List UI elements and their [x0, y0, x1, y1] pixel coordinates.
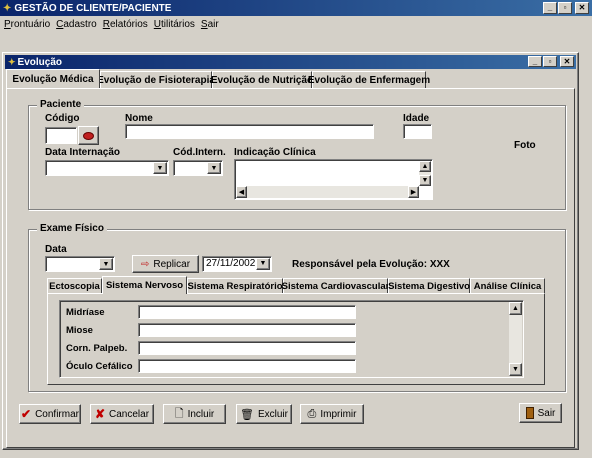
nome-input[interactable]	[125, 124, 374, 139]
scroll-right-icon[interactable]: ▶	[408, 186, 419, 198]
idade-label: Idade	[403, 113, 430, 124]
idade-input[interactable]	[403, 124, 432, 139]
grid-row: Midríase	[62, 305, 510, 321]
corn-palpeb-input[interactable]	[138, 341, 356, 355]
replicar-button[interactable]: ⇨ Replicar	[132, 255, 199, 273]
window-title: Evolução	[17, 56, 63, 68]
midriase-label: Midríase	[66, 307, 105, 318]
indicacao-vscrollbar[interactable]: ▲ ▼	[419, 161, 431, 186]
exame-fisico-legend: Exame Físico	[37, 223, 107, 234]
tab-evolucao-nutricao[interactable]: Evolução de Nutrição	[211, 71, 313, 88]
codigo-input[interactable]	[45, 127, 77, 144]
check-icon: ✔	[21, 407, 32, 421]
scroll-up-icon[interactable]: ▲	[419, 161, 431, 172]
menu-cadastro[interactable]: Cadastro	[56, 19, 97, 30]
chevron-down-icon[interactable]: ▼	[207, 162, 221, 174]
window-minimize-icon[interactable]: _	[528, 56, 542, 67]
search-patient-icon	[83, 131, 94, 140]
exame-tabs: Ectoscopia Sistema Nervoso Sistema Respi…	[47, 276, 545, 294]
new-document-icon: 🗋	[174, 407, 184, 420]
data-internacao-label: Data Internação	[45, 147, 121, 158]
menu-prontuario[interactable]: Prontuário	[4, 19, 50, 30]
tab-page: Paciente Código Nome Idade Data Internaç…	[6, 88, 575, 448]
replicar-date-combo[interactable]: 27/11/2002 ▼	[202, 256, 272, 272]
tab-evolucao-medica[interactable]: Evolução Médica	[6, 69, 100, 88]
evolucao-tabs: Evolução Médica Evolução de Fisioterapia…	[6, 69, 576, 89]
scroll-down-icon[interactable]: ▼	[419, 175, 431, 186]
indicacao-label: Indicação Clínica	[234, 147, 316, 158]
corn-palpeb-label: Corn. Palpeb.	[66, 343, 128, 354]
window-titlebar: ✦ Evolução _ ▫ ✕	[5, 55, 576, 69]
minimize-icon[interactable]: _	[543, 2, 557, 14]
tab-sistema-digestivo[interactable]: Sistema Digestivo	[388, 278, 470, 294]
cod-intern-combo[interactable]: ▼	[173, 160, 223, 176]
app-titlebar: ✦ GESTÃO DE CLIENTE/PACIENTE _ ▫ ✕	[0, 0, 592, 16]
sistema-nervoso-grid: Midríase Miose Corn. Palpeb. Óculo Cefál…	[59, 300, 524, 378]
excluir-button[interactable]: 🗑 Excluir	[236, 404, 292, 424]
paciente-legend: Paciente	[37, 99, 85, 110]
grid-row: Óculo Cefálico	[62, 359, 510, 375]
cancelar-button[interactable]: ✘ Cancelar	[90, 404, 154, 424]
data-exame-label: Data	[45, 244, 67, 255]
app-title: GESTÃO DE CLIENTE/PACIENTE	[14, 2, 172, 14]
data-internacao-combo[interactable]: ▼	[45, 160, 169, 176]
maximize-icon[interactable]: ▫	[558, 2, 572, 14]
midriase-input[interactable]	[138, 305, 356, 319]
imprimir-button[interactable]: ⎙ Imprimir	[300, 404, 364, 424]
codigo-label: Código	[45, 113, 80, 124]
tab-evolucao-enfermagem[interactable]: Evolução de Enfermagem	[308, 71, 430, 88]
indicacao-textarea[interactable]: ▲ ▼ ◀ ▶	[234, 159, 433, 200]
grid-vscrollbar[interactable]: ▲ ▼	[509, 302, 522, 376]
tab-sistema-respiratorio[interactable]: Sistema Respiratório	[187, 278, 283, 294]
chevron-down-icon[interactable]: ▼	[256, 258, 270, 270]
exame-tab-page: Midríase Miose Corn. Palpeb. Óculo Cefál…	[47, 293, 545, 385]
confirmar-button[interactable]: ✔ Confirmar	[19, 404, 81, 424]
chevron-down-icon[interactable]: ▼	[153, 162, 167, 174]
replicar-icon: ⇨	[140, 258, 150, 270]
scroll-down-icon[interactable]: ▼	[509, 363, 522, 376]
indicacao-hscrollbar[interactable]: ◀ ▶	[236, 186, 419, 198]
grid-row: Corn. Palpeb.	[62, 341, 510, 357]
tab-analise-clinica[interactable]: Análise Clínica	[470, 278, 545, 294]
foto-label: Foto	[514, 140, 536, 151]
miose-label: Miose	[66, 325, 93, 336]
window-maximize-icon[interactable]: ▫	[543, 56, 557, 67]
window-close-icon[interactable]: ✕	[560, 56, 574, 67]
cod-intern-label: Cód.Intern.	[173, 147, 226, 158]
oculo-cefalico-input[interactable]	[138, 359, 356, 373]
menu-relatorios[interactable]: Relatórios	[103, 19, 148, 30]
trash-icon: 🗑	[240, 408, 254, 421]
printer-icon: ⎙	[307, 407, 317, 420]
close-icon[interactable]: ✕	[575, 2, 589, 14]
menu-sair[interactable]: Sair	[201, 19, 219, 30]
scroll-left-icon[interactable]: ◀	[236, 186, 247, 198]
tab-ectoscopia[interactable]: Ectoscopia	[47, 278, 102, 294]
nome-label: Nome	[125, 113, 153, 124]
search-patient-button[interactable]	[78, 126, 99, 145]
chevron-down-icon[interactable]: ▼	[99, 258, 113, 270]
menu-utilitarios[interactable]: Utilitários	[154, 19, 195, 30]
menu-bar: Prontuário Cadastro Relatórios Utilitári…	[0, 17, 592, 31]
app-icon: ✦	[3, 2, 12, 14]
exit-door-icon	[525, 407, 534, 419]
cancel-x-icon: ✘	[94, 407, 106, 421]
sair-button[interactable]: Sair	[519, 403, 562, 423]
window-icon: ✦	[8, 56, 16, 67]
miose-input[interactable]	[138, 323, 356, 337]
grid-row: Miose	[62, 323, 510, 339]
responsavel-label: Responsável pela Evolução: XXX	[292, 259, 450, 270]
data-exame-combo[interactable]: ▼	[45, 256, 115, 272]
tab-sistema-nervoso[interactable]: Sistema Nervoso	[102, 276, 187, 294]
tab-sistema-cardiovascular[interactable]: Sistema Cardiovascular	[282, 278, 389, 294]
evolucao-window: ✦ Evolução _ ▫ ✕ Evolução Médica Evoluçã…	[2, 52, 579, 450]
incluir-button[interactable]: 🗋 Incluir	[163, 404, 226, 424]
scroll-up-icon[interactable]: ▲	[509, 302, 522, 315]
oculo-cefalico-label: Óculo Cefálico	[66, 361, 133, 372]
tab-evolucao-fisioterapia[interactable]: Evolução de Fisioterapia	[97, 71, 215, 88]
